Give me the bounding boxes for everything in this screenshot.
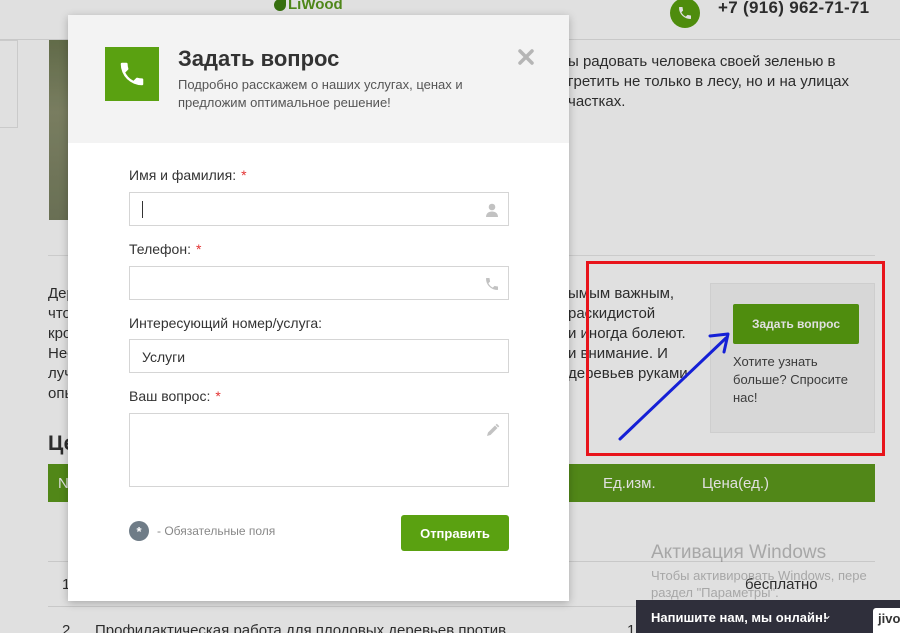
name-label: Имя и фамилия: * bbox=[129, 167, 247, 183]
phone-label: Телефон: * bbox=[129, 241, 202, 257]
user-icon bbox=[486, 203, 498, 217]
question-textarea[interactable] bbox=[129, 413, 509, 487]
jivo-logo: jivo bbox=[873, 608, 900, 633]
online-chat-bar[interactable]: Напишите нам, мы онлайн! bbox=[636, 600, 900, 633]
question-label: Ваш вопрос: * bbox=[129, 388, 221, 404]
service-field[interactable]: Услуги bbox=[129, 339, 509, 373]
required-marker: * bbox=[215, 388, 221, 404]
modal-subtitle: Подробно расскажем о наших услугах, цена… bbox=[178, 77, 463, 110]
name-field[interactable] bbox=[129, 192, 509, 226]
modal-title: Задать вопрос bbox=[178, 46, 340, 71]
ask-question-modal: Задать вопрос Подробно расскажем о наших… bbox=[68, 15, 569, 601]
chat-label: Напишите нам, мы онлайн! bbox=[651, 610, 828, 625]
modal-header: Задать вопрос Подробно расскажем о наших… bbox=[68, 15, 569, 143]
phone-icon bbox=[105, 47, 159, 101]
phone-field[interactable] bbox=[129, 266, 509, 300]
pencil-icon bbox=[487, 423, 500, 436]
service-value: Услуги bbox=[142, 349, 186, 365]
required-note: * - Обязательные поля bbox=[129, 521, 275, 541]
required-marker: * bbox=[195, 241, 202, 257]
service-label: Интересующий номер/услуга: bbox=[129, 315, 323, 331]
text-caret bbox=[142, 201, 143, 218]
chevron-down-icon[interactable]: ⌄ bbox=[822, 608, 832, 622]
close-icon[interactable] bbox=[517, 48, 535, 66]
required-note-text: - Обязательные поля bbox=[157, 524, 276, 538]
asterisk-icon: * bbox=[129, 521, 149, 541]
phone-icon bbox=[486, 278, 498, 290]
windows-activation-watermark: Активация Windows Чтобы активировать Win… bbox=[651, 542, 867, 600]
required-marker: * bbox=[241, 167, 247, 183]
submit-button[interactable]: Отправить bbox=[401, 515, 509, 551]
